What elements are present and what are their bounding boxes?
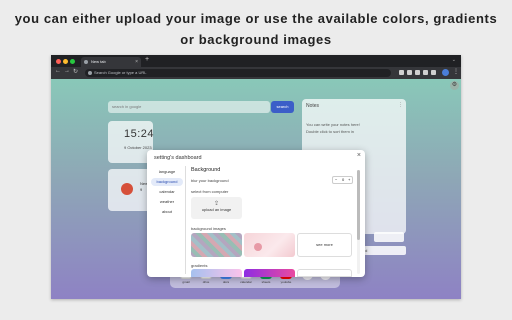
select-from-computer-label: select from computer (191, 189, 229, 194)
clock-date: 9 October 2023 (124, 145, 152, 150)
settings-nav-calendar[interactable]: calendar (151, 188, 183, 196)
weather-sun-icon (121, 183, 133, 195)
reload-icon[interactable]: ↻ (73, 68, 78, 75)
thumbnail-decoration (254, 243, 262, 251)
settings-nav-language[interactable]: language (151, 168, 183, 176)
settings-divider (185, 166, 186, 274)
toolbar: ← → ↻ Search Google or type a URL ⋮ (51, 67, 461, 79)
caption-line-1: you can either upload your image or use … (14, 11, 498, 26)
back-icon[interactable]: ← (55, 68, 61, 74)
dock-app-label: calendar (240, 280, 252, 284)
new-tab-dashboard: ⚙ search in google search 15:24 9 Octobe… (51, 79, 461, 299)
new-tab-button[interactable]: + (145, 56, 149, 63)
search-button[interactable]: search (271, 101, 294, 113)
settings-nav-background[interactable]: background (151, 178, 183, 186)
extensions-puzzle-icon[interactable] (423, 70, 428, 75)
note-line[interactable]: Double click to sort them in (306, 129, 354, 134)
upload-image-button[interactable]: ⇪ upload an image (191, 197, 242, 219)
background-image-thumbnail[interactable] (244, 233, 295, 257)
tab-search-chevron-icon[interactable]: ⌄ (452, 57, 456, 63)
browser-menu-icon[interactable]: ⋮ (453, 68, 459, 75)
notes-input[interactable] (374, 232, 404, 242)
close-icon[interactable]: × (357, 152, 361, 159)
forward-icon[interactable]: → (64, 68, 70, 74)
settings-title: setting's dashboard (154, 155, 202, 161)
background-image-thumbnail[interactable] (191, 233, 242, 257)
blur-increment-button[interactable]: + (348, 177, 350, 183)
dock-app-label: youtube (280, 280, 292, 284)
background-images-label: background images (191, 226, 226, 231)
notes-title: Notes (306, 103, 320, 109)
note-line[interactable]: You can write your notes here! (306, 122, 360, 127)
extension-icon[interactable] (399, 70, 404, 75)
google-icon (88, 71, 92, 75)
clock-time: 15:24 (124, 128, 155, 140)
settings-nav-about[interactable]: about (151, 208, 183, 216)
browser-window: New tab × + ⌄ ← → ↻ Search Google or typ… (51, 55, 461, 299)
blur-stepper: − 0 + (332, 176, 353, 184)
extension-icon[interactable] (415, 70, 420, 75)
settings-gear-icon[interactable]: ⚙ (450, 81, 459, 90)
settings-scrollbar-thumb[interactable] (357, 170, 360, 240)
profile-avatar[interactable] (442, 69, 449, 76)
tab-new-tab[interactable]: New tab × (81, 57, 141, 67)
background-section-title: Background (191, 167, 221, 173)
tab-strip: New tab × + ⌄ (51, 55, 461, 67)
gradient-swatch[interactable] (244, 269, 295, 277)
close-window-dot[interactable] (56, 59, 61, 64)
blur-decrement-button[interactable]: − (335, 177, 337, 183)
tab-title: New tab (91, 59, 106, 64)
extension-icon[interactable] (407, 70, 412, 75)
see-more-button[interactable]: see more (297, 233, 352, 257)
blur-value: 0 (342, 177, 345, 182)
minimize-window-dot[interactable] (63, 59, 68, 64)
side-panel-icon[interactable] (431, 70, 436, 75)
address-placeholder: Search Google or type a URL (94, 70, 147, 75)
maximize-window-dot[interactable] (70, 59, 75, 64)
settings-nav-weather[interactable]: weather (151, 198, 183, 206)
settings-dialog: setting's dashboard × language backgroun… (147, 150, 365, 277)
tab-close-icon[interactable]: × (135, 57, 138, 67)
tab-favicon-icon (84, 60, 88, 64)
gradient-swatch[interactable] (297, 269, 352, 277)
dock-app-label: gmail (182, 280, 190, 284)
dock-app-label: sheets (261, 280, 271, 284)
upload-icon: ⇪ (213, 201, 220, 207)
notes-menu-icon[interactable]: ⋮ (398, 102, 403, 108)
google-search-input[interactable]: search in google (108, 101, 270, 113)
address-bar[interactable]: Search Google or type a URL (85, 69, 391, 77)
gradients-label: gradients (191, 263, 208, 268)
upload-label: upload an image (201, 207, 232, 212)
dock-app-label: drive (202, 280, 210, 284)
blur-label: blur your background (191, 178, 229, 183)
dock-app-label: docs (222, 280, 230, 284)
caption-line-2: or background images (180, 32, 332, 47)
gradient-swatch[interactable] (191, 269, 242, 277)
